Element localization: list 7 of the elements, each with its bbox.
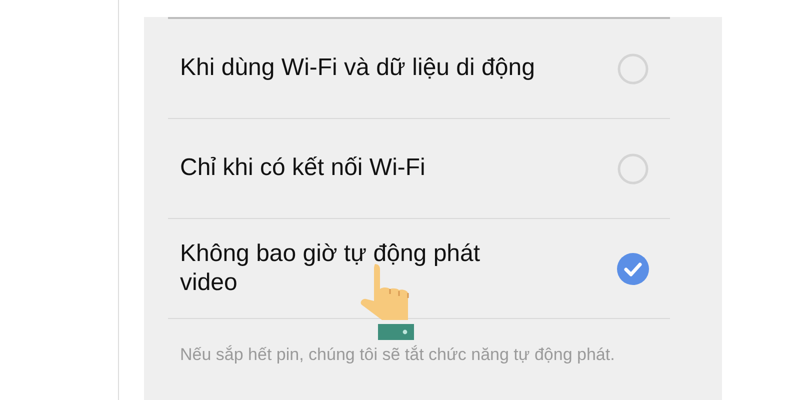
radio-icon[interactable] xyxy=(617,52,649,84)
checked-radio-icon[interactable] xyxy=(617,252,649,284)
option-label[interactable]: Không bao giờ tự động phát video xyxy=(180,240,535,298)
radio-icon[interactable] xyxy=(617,152,649,184)
option-label[interactable]: Khi dùng Wi-Fi và dữ liệu di động xyxy=(180,54,535,83)
note-text: Nếu sắp hết pin, chúng tôi sẽ tắt chức năng tự động phát. xyxy=(179,344,616,366)
option-label[interactable]: Chỉ khi có kết nối Wi-Fi xyxy=(180,154,426,183)
